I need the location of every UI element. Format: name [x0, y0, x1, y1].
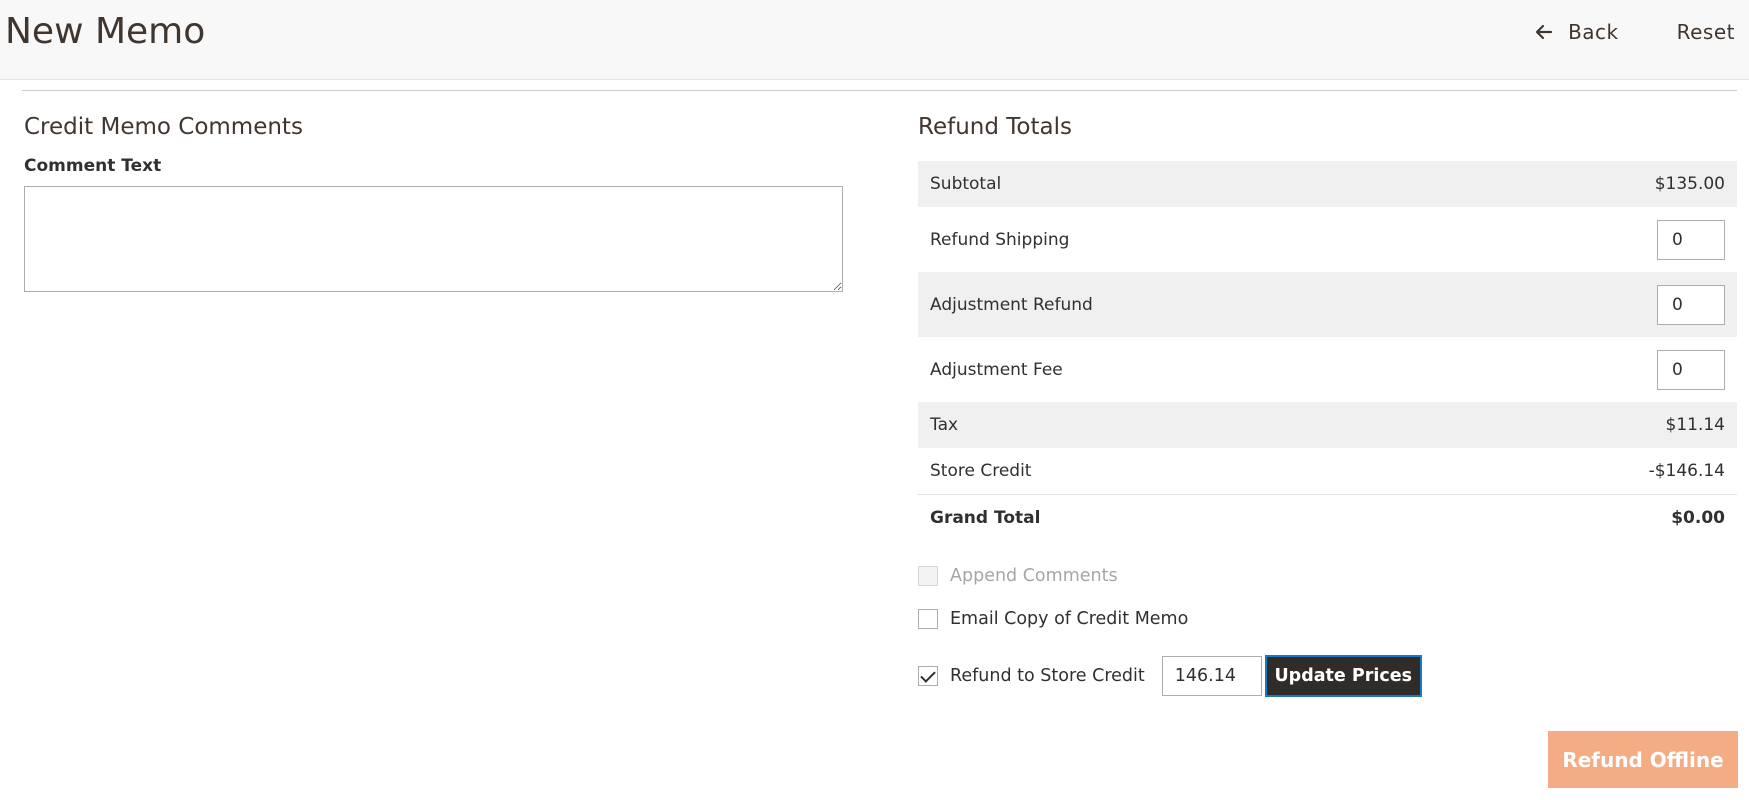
arrow-left-icon — [1534, 22, 1554, 42]
totals-table: Subtotal $135.00 Refund Shipping Adjustm… — [918, 161, 1737, 540]
adjustment-refund-input[interactable] — [1657, 284, 1725, 325]
tax-row: Tax $11.14 — [918, 402, 1737, 448]
adjustment-fee-row: Adjustment Fee — [918, 337, 1737, 402]
email-copy-option[interactable]: Email Copy of Credit Memo — [918, 607, 1737, 631]
grand-total-label: Grand Total — [930, 507, 1041, 528]
update-prices-button[interactable]: Update Prices — [1264, 655, 1422, 697]
refund-options: Append Comments Email Copy of Credit Mem… — [918, 564, 1737, 697]
refund-store-credit-option: Refund to Store Credit Update Prices — [918, 655, 1737, 697]
refund-shipping-input[interactable] — [1657, 219, 1725, 260]
refund-store-credit-checkbox[interactable] — [918, 666, 938, 686]
subtotal-value: $135.00 — [1654, 174, 1725, 194]
append-comments-label: Append Comments — [950, 566, 1118, 586]
grand-total-value: $0.00 — [1671, 507, 1725, 528]
comment-textarea[interactable] — [24, 186, 843, 292]
email-copy-label: Email Copy of Credit Memo — [950, 609, 1189, 629]
adjustment-fee-input[interactable] — [1657, 349, 1725, 390]
reset-button[interactable]: Reset — [1677, 20, 1735, 44]
refund-offline-button[interactable]: Refund Offline — [1548, 731, 1738, 788]
back-label: Back — [1568, 20, 1619, 44]
adjustment-fee-label: Adjustment Fee — [930, 359, 1063, 380]
refund-shipping-label: Refund Shipping — [930, 229, 1070, 250]
comments-section-title: Credit Memo Comments — [24, 114, 303, 140]
section-divider — [22, 90, 1737, 91]
header-actions: Back Reset — [1534, 15, 1735, 49]
tax-value: $11.14 — [1665, 415, 1725, 435]
comment-text-label: Comment Text — [24, 156, 162, 176]
refund-store-credit-label: Refund to Store Credit — [950, 666, 1145, 686]
tax-label: Tax — [930, 415, 959, 435]
store-credit-row: Store Credit -$146.14 — [918, 448, 1737, 494]
store-credit-value: -$146.14 — [1648, 461, 1725, 481]
store-credit-amount-input[interactable] — [1161, 656, 1262, 696]
adjustment-refund-row: Adjustment Refund — [918, 272, 1737, 337]
page-title: New Memo — [5, 11, 206, 52]
email-copy-checkbox[interactable] — [918, 609, 938, 629]
append-comments-checkbox — [918, 566, 938, 586]
store-credit-label: Store Credit — [930, 461, 1032, 481]
back-button[interactable]: Back — [1534, 20, 1619, 44]
grand-total-row: Grand Total $0.00 — [918, 494, 1737, 540]
credit-memo-comments-section: Credit Memo Comments Comment Text — [24, 110, 844, 296]
append-comments-option: Append Comments — [918, 564, 1737, 588]
totals-section-title: Refund Totals — [918, 114, 1072, 140]
refund-shipping-row: Refund Shipping — [918, 207, 1737, 272]
refund-totals-section: Refund Totals Subtotal $135.00 Refund Sh… — [918, 110, 1737, 697]
subtotal-row: Subtotal $135.00 — [918, 161, 1737, 207]
adjustment-refund-label: Adjustment Refund — [930, 294, 1093, 315]
page-header: New Memo Back Reset — [0, 0, 1749, 80]
subtotal-label: Subtotal — [930, 174, 1002, 194]
